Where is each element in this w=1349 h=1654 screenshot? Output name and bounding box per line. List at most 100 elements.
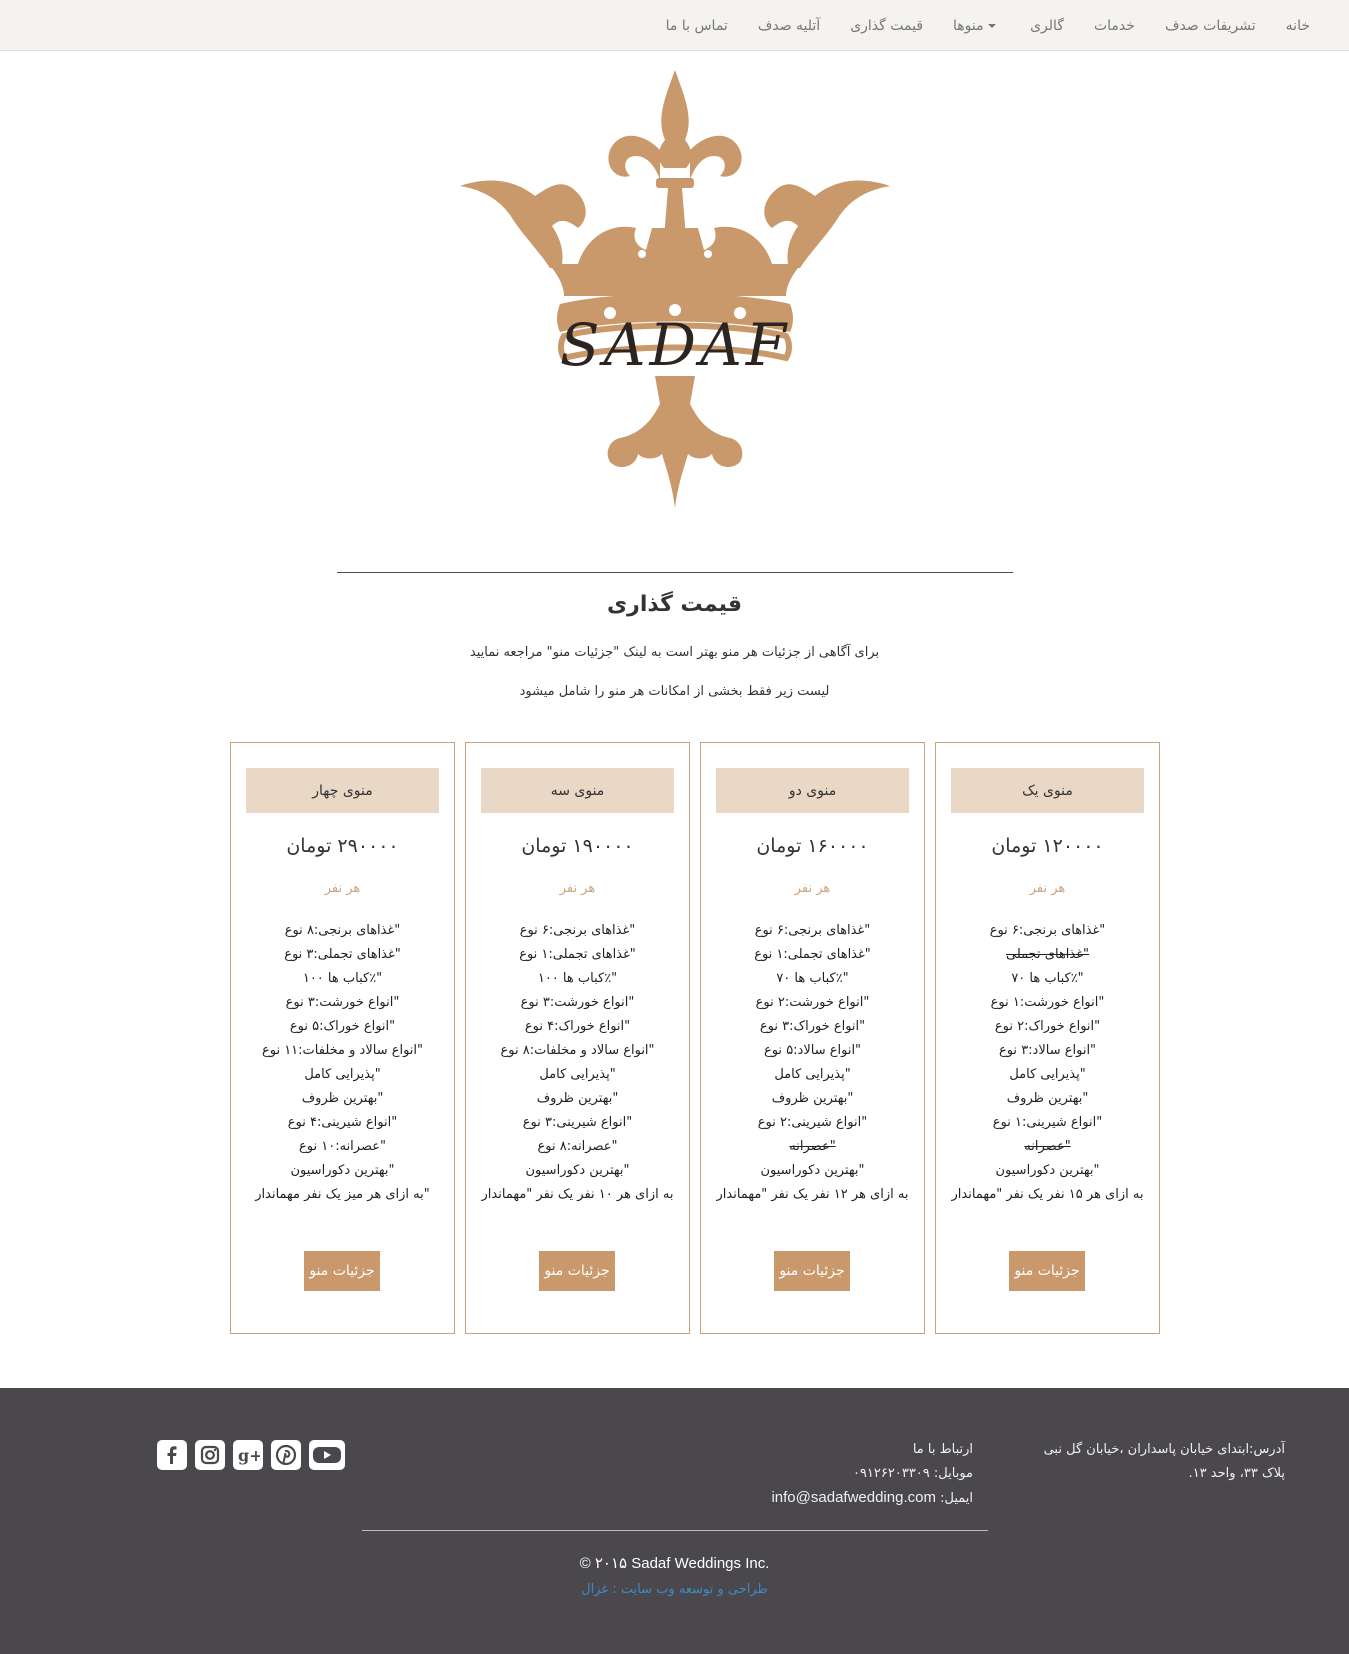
feature-item: "انواع سالاد:۳ نوع bbox=[998, 1043, 1097, 1058]
sadaf-logo: SADAF bbox=[460, 68, 890, 518]
card-title: منوی سه bbox=[481, 768, 674, 813]
nav-list: خانه تشریفات صدف خدمات گالری منوها قیمت … bbox=[651, 0, 1325, 51]
address-line-1: آدرس:ابتدای خیابان پاسداران ،خیابان گل ن… bbox=[1043, 1442, 1285, 1457]
nav-item-pricing[interactable]: قیمت گذاری bbox=[835, 18, 938, 34]
feature-item: به ازای هر ۱۵ نفر یک نفر "مهماندار bbox=[951, 1187, 1144, 1202]
contact-mobile: موبایل: ۰۹۱۲۶۲۰۳۳۰۹ bbox=[852, 1466, 973, 1481]
feature-item: "بهترین ظروف bbox=[301, 1091, 384, 1106]
feature-item: "عصرانه:۱۰ نوع bbox=[299, 1139, 386, 1154]
feature-item: "انواع خوراک:۳ نوع bbox=[759, 1019, 866, 1034]
nav-item-services[interactable]: خدمات bbox=[1079, 18, 1150, 34]
nav-item-menus[interactable]: منوها bbox=[938, 18, 1015, 34]
card-per-person: هر نفر bbox=[1029, 881, 1066, 896]
nav-item-atelier[interactable]: آتلیه صدف bbox=[743, 18, 835, 34]
email-label: ایمیل: bbox=[935, 1491, 973, 1506]
feature-item: "بهترین دکوراسیون bbox=[995, 1163, 1100, 1178]
card-title: منوی یک bbox=[951, 768, 1144, 813]
feature-item: "انواع شیرینی:۲ نوع bbox=[757, 1115, 868, 1130]
feature-item: "پذیرایی کامل bbox=[1009, 1067, 1086, 1082]
feature-item: "انواع شیرینی:۳ نوع bbox=[522, 1115, 633, 1130]
pricing-card-menu-1: منوی یک ۱۲۰۰۰۰ تومان هر نفر "غذاهای برنج… bbox=[935, 742, 1160, 1334]
caret-down-icon bbox=[988, 23, 997, 28]
crown-logo-icon: SADAF bbox=[460, 70, 890, 508]
feature-item: "بهترین دکوراسیون bbox=[525, 1163, 630, 1178]
nav-item-sadaf-ceremonies[interactable]: تشریفات صدف bbox=[1150, 18, 1271, 34]
section-divider bbox=[337, 572, 1013, 573]
card-features: "غذاهای برنجی:۶ نوع "غذاهای تجملی:۱ نوع "٪… bbox=[476, 919, 679, 1207]
feature-item: "غذاهای تجملی bbox=[1005, 947, 1089, 962]
pricing-cards: منوی یک ۱۲۰۰۰۰ تومان هر نفر "غذاهای برنج… bbox=[230, 742, 1160, 1334]
card-per-person: هر نفر bbox=[324, 881, 361, 896]
feature-item: "غذاهای تجملی:۱ نوع bbox=[754, 947, 871, 962]
feature-item: "انواع خوراک:۵ نوع bbox=[289, 1019, 396, 1034]
footer-divider bbox=[362, 1530, 988, 1531]
feature-item: "عصرانه:۸ نوع bbox=[537, 1139, 618, 1154]
nav-item-gallery[interactable]: گالری bbox=[1015, 18, 1079, 34]
feature-item: "بهترین دکوراسیون bbox=[290, 1163, 395, 1178]
feature-item: "انواع خورشت:۱ نوع bbox=[990, 995, 1105, 1010]
google-plus-icon[interactable]: g+ bbox=[233, 1440, 263, 1470]
instagram-icon[interactable] bbox=[195, 1440, 225, 1470]
feature-item: "٪کباب ها ۷۰ bbox=[776, 971, 849, 986]
feature-item: "انواع خورشت:۲ نوع bbox=[755, 995, 870, 1010]
feature-item: "انواع سالاد و مخلفات:۱۱ نوع bbox=[261, 1043, 424, 1058]
youtube-icon[interactable] bbox=[309, 1440, 345, 1470]
feature-item: "پذیرایی کامل bbox=[304, 1067, 381, 1082]
feature-item: "غذاهای برنجی:۸ نوع bbox=[284, 923, 401, 938]
card-price: ۱۶۰۰۰۰ تومان bbox=[756, 835, 869, 857]
copyright: © ۲۰۱۵ Sadaf Weddings Inc. bbox=[579, 1555, 770, 1572]
feature-item: "انواع خوراک:۲ نوع bbox=[994, 1019, 1101, 1034]
card-price: ۱۹۰۰۰۰ تومان bbox=[521, 835, 634, 857]
pricing-card-menu-3: منوی سه ۱۹۰۰۰۰ تومان هر نفر "غذاهای برنج… bbox=[465, 742, 690, 1334]
svg-text:g+: g+ bbox=[238, 1446, 260, 1465]
facebook-icon[interactable] bbox=[157, 1440, 187, 1470]
card-features: "غذاهای برنجی:۶ نوع "غذاهای تجملی "٪کباب ه… bbox=[946, 919, 1149, 1207]
card-title: منوی چهار bbox=[246, 768, 439, 813]
nav-item-home[interactable]: خانه bbox=[1271, 18, 1325, 34]
pricing-intro-1: برای آگاهی از جزئیات هر منو بهتر است به … bbox=[469, 645, 880, 660]
card-per-person: هر نفر bbox=[559, 881, 596, 896]
footer: آدرس:ابتدای خیابان پاسداران ،خیابان گل ن… bbox=[0, 1388, 1349, 1654]
feature-item: "انواع خورشت:۳ نوع bbox=[285, 995, 400, 1010]
feature-item: "غذاهای برنجی:۶ نوع bbox=[519, 923, 636, 938]
pricing-card-menu-2: منوی دو ۱۶۰۰۰۰ تومان هر نفر "غذاهای برنج… bbox=[700, 742, 925, 1334]
email-link[interactable]: info@sadafwedding.com bbox=[771, 1489, 936, 1506]
feature-item: "بهترین ظروف bbox=[536, 1091, 619, 1106]
nav-item-contact[interactable]: تماس با ما bbox=[651, 18, 743, 34]
pricing-title: قیمت گذاری bbox=[607, 592, 742, 617]
card-price: ۱۲۰۰۰۰ تومان bbox=[991, 835, 1104, 857]
feature-item: "انواع سالاد:۵ نوع bbox=[763, 1043, 862, 1058]
feature-item: "انواع خورشت:۳ نوع bbox=[520, 995, 635, 1010]
designer-credit-link[interactable]: طراحی و توسعه وب سایت : غزال bbox=[0, 1582, 1349, 1597]
card-price: ۲۹۰۰۰۰ تومان bbox=[286, 835, 399, 857]
pinterest-icon[interactable] bbox=[271, 1440, 301, 1470]
footer-contact: ارتباط با ما موبایل: ۰۹۱۲۶۲۰۳۳۰۹ ایمیل: … bbox=[713, 1438, 973, 1511]
menu-details-button[interactable]: جزئیات منو bbox=[1009, 1251, 1085, 1291]
feature-item: به ازای هر ۱۰ نفر یک نفر "مهماندار bbox=[481, 1187, 674, 1202]
feature-item: "انواع شیرینی:۱ نوع bbox=[992, 1115, 1103, 1130]
feature-item: "بهترین دکوراسیون bbox=[760, 1163, 865, 1178]
feature-item: "٪کباب ها ۱۰۰ bbox=[302, 971, 383, 986]
contact-email-row: ایمیل: info@sadafwedding.com bbox=[713, 1486, 973, 1511]
feature-item: "پذیرایی کامل bbox=[774, 1067, 851, 1082]
feature-item: "انواع سالاد و مخلفات:۸ نوع bbox=[500, 1043, 655, 1058]
feature-item: "غذاهای برنجی:۶ نوع bbox=[989, 923, 1106, 938]
card-per-person: هر نفر bbox=[794, 881, 831, 896]
card-features: "غذاهای برنجی:۸ نوع "غذاهای تجملی:۳ نوع "٪… bbox=[241, 919, 444, 1207]
contact-title: ارتباط با ما bbox=[912, 1442, 973, 1457]
pricing-card-menu-4: منوی چهار ۲۹۰۰۰۰ تومان هر نفر "غذاهای بر… bbox=[230, 742, 455, 1334]
footer-address: آدرس:ابتدای خیابان پاسداران ،خیابان گل ن… bbox=[1035, 1438, 1285, 1486]
feature-item: "به ازای هر میز یک نفر مهماندار bbox=[255, 1187, 430, 1202]
feature-item: "پذیرایی کامل bbox=[539, 1067, 616, 1082]
menu-details-button[interactable]: جزئیات منو bbox=[774, 1251, 850, 1291]
card-features: "غذاهای برنجی:۶ نوع "غذاهای تجملی:۱ نوع "٪… bbox=[711, 919, 914, 1207]
feature-item: "بهترین ظروف bbox=[771, 1091, 854, 1106]
menu-details-button[interactable]: جزئیات منو bbox=[304, 1251, 380, 1291]
feature-item: "عصرانه bbox=[1024, 1139, 1071, 1154]
address-line-2: پلاک ۳۳، واحد ۱۳. bbox=[1188, 1466, 1285, 1481]
menu-details-button[interactable]: جزئیات منو bbox=[539, 1251, 615, 1291]
logo-text: SADAF bbox=[560, 311, 790, 379]
nav-item-menus-label: منوها bbox=[953, 17, 984, 34]
social-links: g+ bbox=[157, 1440, 345, 1470]
feature-item: "انواع شیرینی:۴ نوع bbox=[287, 1115, 398, 1130]
